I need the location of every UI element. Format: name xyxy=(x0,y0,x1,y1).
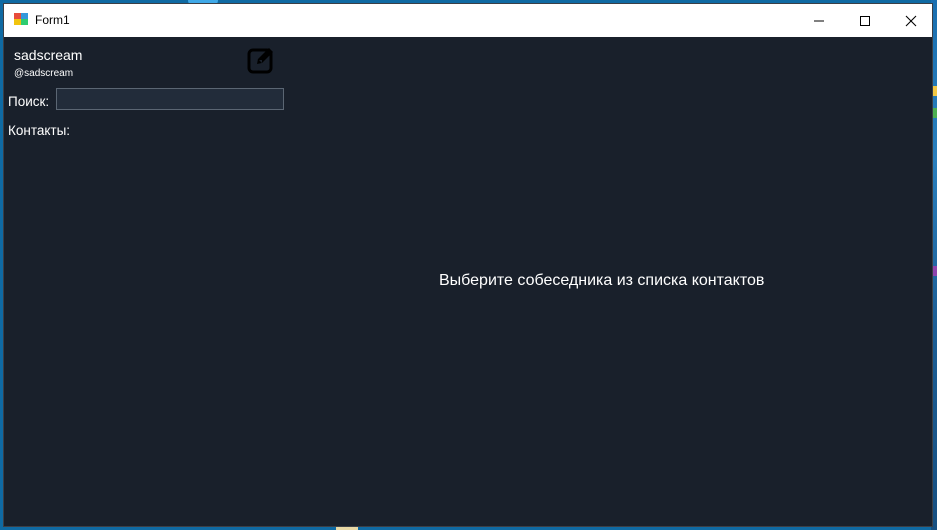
app-icon xyxy=(14,13,30,27)
maximize-icon xyxy=(860,15,870,26)
app-window: Form1 sadscream @sadscream Поиск: Контак… xyxy=(3,3,933,527)
user-handle: @sadscream xyxy=(14,68,74,79)
search-input[interactable] xyxy=(56,88,284,110)
chat-placeholder: Выберите собеседника из списка контактов xyxy=(439,272,765,289)
close-icon xyxy=(905,15,917,26)
edit-profile-button[interactable] xyxy=(245,44,277,76)
contacts-list[interactable] xyxy=(8,143,284,523)
user-name: sadscream xyxy=(14,47,83,63)
maximize-button[interactable] xyxy=(842,4,888,37)
search-label: Поиск: xyxy=(8,94,50,109)
title-bar[interactable]: Form1 xyxy=(4,4,932,37)
close-button[interactable] xyxy=(888,4,934,37)
window-title: Form1 xyxy=(35,13,70,27)
client-area: sadscream @sadscream Поиск: Контакты: Вы… xyxy=(4,37,932,526)
contacts-label: Контакты: xyxy=(8,123,71,138)
minimize-icon xyxy=(814,20,824,21)
edit-icon xyxy=(247,48,273,74)
minimize-button[interactable] xyxy=(796,4,842,37)
